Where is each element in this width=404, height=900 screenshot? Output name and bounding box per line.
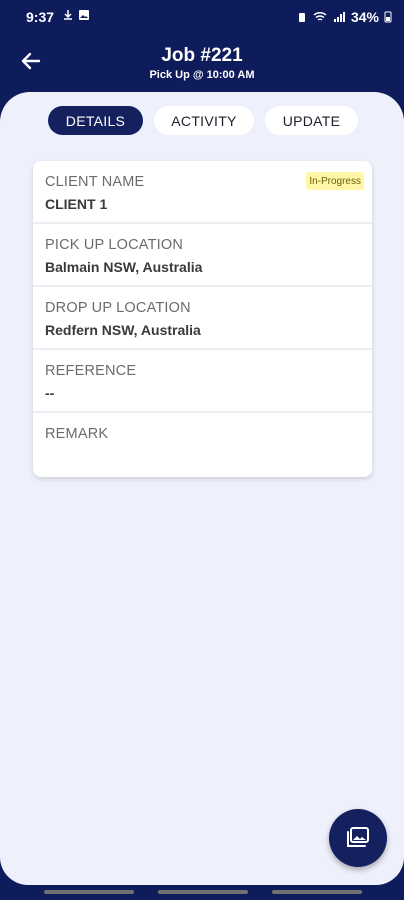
status-badge: In-Progress	[306, 172, 364, 190]
pickup-location-label: PICK UP LOCATION	[45, 237, 184, 253]
system-nav-bar	[0, 885, 404, 900]
alarm-icon	[298, 13, 305, 22]
signal-icon	[333, 12, 345, 22]
image-icon	[79, 10, 89, 20]
gallery-fab-button[interactable]	[329, 809, 387, 867]
reference-field: REFERENCE --	[33, 350, 372, 413]
tab-bar: DETAILS ACTIVITY UPDATE	[0, 106, 404, 136]
app-header: Job #221 Pick Up @ 10:00 AM	[0, 34, 404, 94]
battery-percent: 34%	[350, 9, 379, 25]
status-time: 9:37	[26, 9, 55, 25]
download-icon	[64, 10, 72, 20]
client-name-label: CLIENT NAME	[45, 174, 145, 190]
job-details-card: CLIENT NAME CLIENT 1 In-Progress PICK UP…	[33, 161, 372, 477]
tab-details[interactable]: DETAILS	[48, 106, 143, 135]
client-name-field: CLIENT NAME CLIENT 1 In-Progress	[33, 161, 372, 224]
client-name-value: CLIENT 1	[45, 196, 108, 212]
nav-back-handle[interactable]	[272, 890, 362, 894]
remark-label: REMARK	[45, 426, 109, 442]
dropoff-location-value: Redfern NSW, Australia	[45, 322, 201, 338]
page-title: Job #221	[161, 45, 243, 66]
nav-recent-handle[interactable]	[44, 890, 134, 894]
status-bar: 9:37 34%	[0, 0, 404, 34]
status-left-icons	[62, 9, 90, 21]
wifi-icon	[313, 11, 327, 21]
reference-value: --	[45, 385, 55, 401]
remark-field: REMARK	[33, 413, 372, 474]
nav-home-handle[interactable]	[158, 890, 248, 894]
pickup-location-value: Balmain NSW, Australia	[45, 259, 203, 275]
dropoff-location-label: DROP UP LOCATION	[45, 300, 191, 316]
battery-icon	[384, 11, 392, 23]
photo-gallery-icon	[347, 827, 369, 847]
content-panel: DETAILS ACTIVITY UPDATE CLIENT NAME CLIE…	[0, 92, 404, 885]
pickup-location-field: PICK UP LOCATION Balmain NSW, Australia	[33, 224, 372, 287]
tab-activity[interactable]: ACTIVITY	[154, 106, 254, 135]
tab-update[interactable]: UPDATE	[265, 106, 358, 135]
reference-label: REFERENCE	[45, 363, 137, 379]
dropoff-location-field: DROP UP LOCATION Redfern NSW, Australia	[33, 287, 372, 350]
page-subtitle: Pick Up @ 10:00 AM	[149, 69, 255, 81]
status-right-icons: 34%	[296, 9, 392, 25]
